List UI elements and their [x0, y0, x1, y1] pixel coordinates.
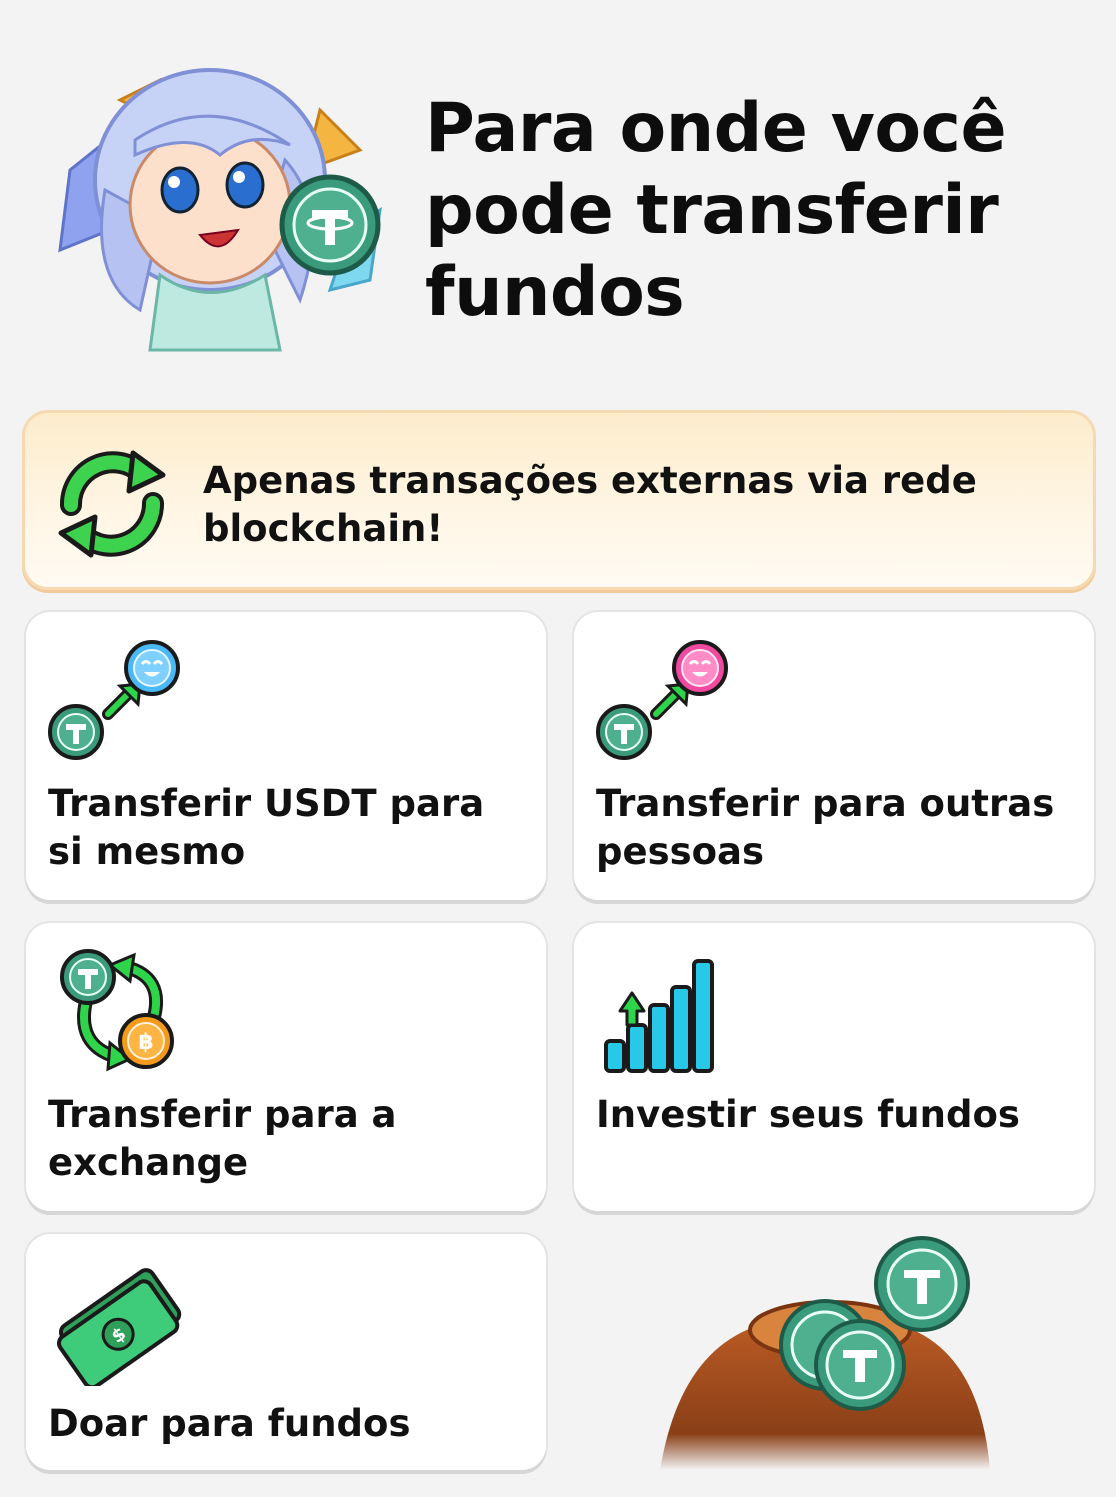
growth-bars-icon	[604, 959, 714, 1073]
option-label: Transferir USDT para si mesmo	[48, 782, 485, 873]
refresh-arrows-icon	[58, 450, 166, 558]
mascot-fairy-with-usdt-coin-illustration	[58, 68, 382, 352]
pot-of-usdt-coins-illustration	[660, 1236, 990, 1470]
option-card-donate[interactable]: $ Doar para fundos	[26, 1234, 546, 1470]
option-label: Transferir para outras pessoas	[596, 782, 1055, 873]
info-banner: Apenas transações externas via rede bloc…	[22, 410, 1096, 590]
svg-text:฿: ฿	[138, 1030, 153, 1055]
cash-money-icon: $	[57, 1268, 182, 1386]
option-card-transfer-others[interactable]: Transferir para outras pessoas	[574, 612, 1094, 900]
option-label: Transferir para a exchange	[48, 1093, 397, 1184]
usdt-to-self-icon	[48, 640, 180, 760]
usdt-to-others-icon	[596, 640, 728, 760]
hero-section: Para onde você pode transferir fundos	[0, 0, 1116, 400]
banner-text: Apenas transações externas via rede bloc…	[203, 459, 977, 550]
usdt-bitcoin-exchange-icon: ฿	[60, 949, 174, 1072]
option-card-invest[interactable]: Investir seus fundos	[574, 923, 1094, 1211]
option-label: Doar para fundos	[48, 1402, 411, 1445]
page-title: Para onde você pode transferir fundos	[425, 89, 1007, 332]
option-label: Investir seus fundos	[596, 1093, 1020, 1136]
option-card-transfer-self[interactable]: Transferir USDT para si mesmo	[26, 612, 546, 900]
option-card-transfer-exchange[interactable]: ฿ Transferir para a exchange	[26, 923, 546, 1211]
